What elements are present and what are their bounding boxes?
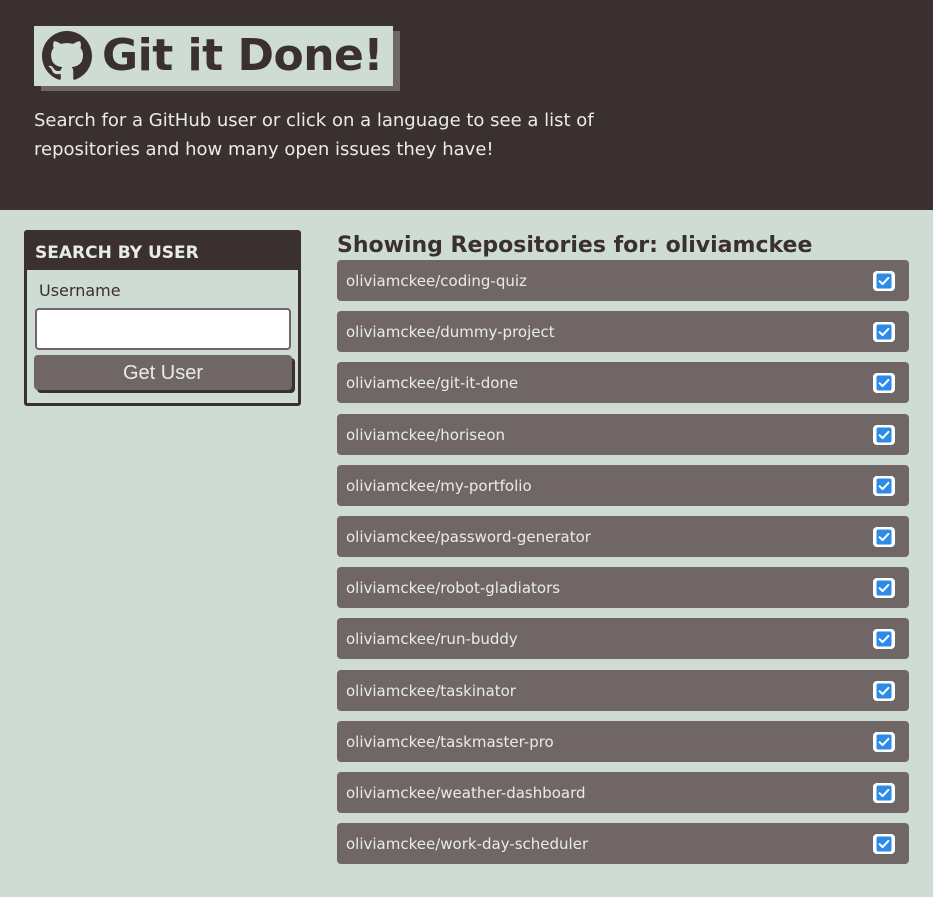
repo-item[interactable]: oliviamckee/taskmaster-pro — [337, 720, 909, 762]
repo-name: oliviamckee/git-it-done — [346, 374, 519, 393]
checkbox-checked-icon — [873, 526, 895, 547]
checkbox-checked-icon — [873, 322, 895, 343]
app-title: Git it Done! — [102, 30, 383, 81]
checkbox-checked-icon — [873, 680, 895, 701]
repo-list: oliviamckee/coding-quiz oliviamckee/dummy… — [337, 260, 909, 874]
checkbox-checked-icon — [873, 424, 895, 445]
checkbox-checked-icon — [873, 782, 895, 803]
get-user-button[interactable]: Get User — [34, 355, 292, 390]
search-card-heading: Search by User — [27, 233, 298, 270]
repo-item[interactable]: oliviamckee/dummy-project — [337, 311, 909, 353]
repo-item[interactable]: oliviamckee/weather-dashboard — [337, 771, 909, 813]
repo-name: oliviamckee/horiseon — [346, 425, 506, 444]
repo-item[interactable]: oliviamckee/git-it-done — [337, 362, 909, 404]
repos-heading: Showing Repositories for: oliviamckee — [337, 233, 813, 258]
page-header: Git it Done! Search for a GitHub user or… — [0, 0, 933, 210]
repo-name: oliviamckee/my-portfolio — [346, 476, 532, 495]
username-label: Username — [39, 281, 121, 300]
repo-item[interactable]: oliviamckee/coding-quiz — [337, 260, 909, 301]
repo-name: oliviamckee/password-generator — [346, 527, 591, 546]
checkbox-checked-icon — [873, 834, 895, 855]
repo-item[interactable]: oliviamckee/robot-gladiators — [337, 567, 909, 609]
logo: Git it Done! — [34, 26, 393, 86]
checkbox-checked-icon — [873, 578, 895, 599]
repo-name: oliviamckee/taskmaster-pro — [346, 732, 554, 751]
repo-item[interactable]: oliviamckee/work-day-scheduler — [337, 823, 909, 865]
github-icon — [42, 31, 92, 80]
repo-item[interactable]: oliviamckee/run-buddy — [337, 618, 909, 660]
checkbox-checked-icon — [873, 271, 895, 291]
username-input[interactable] — [35, 308, 291, 350]
repo-name: oliviamckee/work-day-scheduler — [346, 835, 589, 854]
repo-item[interactable]: oliviamckee/my-portfolio — [337, 464, 909, 506]
repo-item[interactable]: oliviamckee/taskinator — [337, 669, 909, 711]
repo-name: oliviamckee/run-buddy — [346, 630, 518, 649]
search-by-user-card: Search by User Username Get User — [24, 230, 301, 406]
repo-name: oliviamckee/coding-quiz — [346, 272, 527, 290]
checkbox-checked-icon — [873, 629, 895, 650]
repo-name: oliviamckee/dummy-project — [346, 323, 555, 342]
checkbox-checked-icon — [873, 731, 895, 752]
app-subtitle: Search for a GitHub user or click on a l… — [34, 110, 594, 160]
checkbox-checked-icon — [873, 475, 895, 496]
repo-item[interactable]: oliviamckee/password-generator — [337, 515, 909, 557]
repo-item[interactable]: oliviamckee/horiseon — [337, 413, 909, 455]
checkbox-checked-icon — [873, 373, 895, 394]
repo-name: oliviamckee/taskinator — [346, 681, 516, 700]
repo-name: oliviamckee/robot-gladiators — [346, 579, 561, 598]
repo-name: oliviamckee/weather-dashboard — [346, 783, 586, 802]
